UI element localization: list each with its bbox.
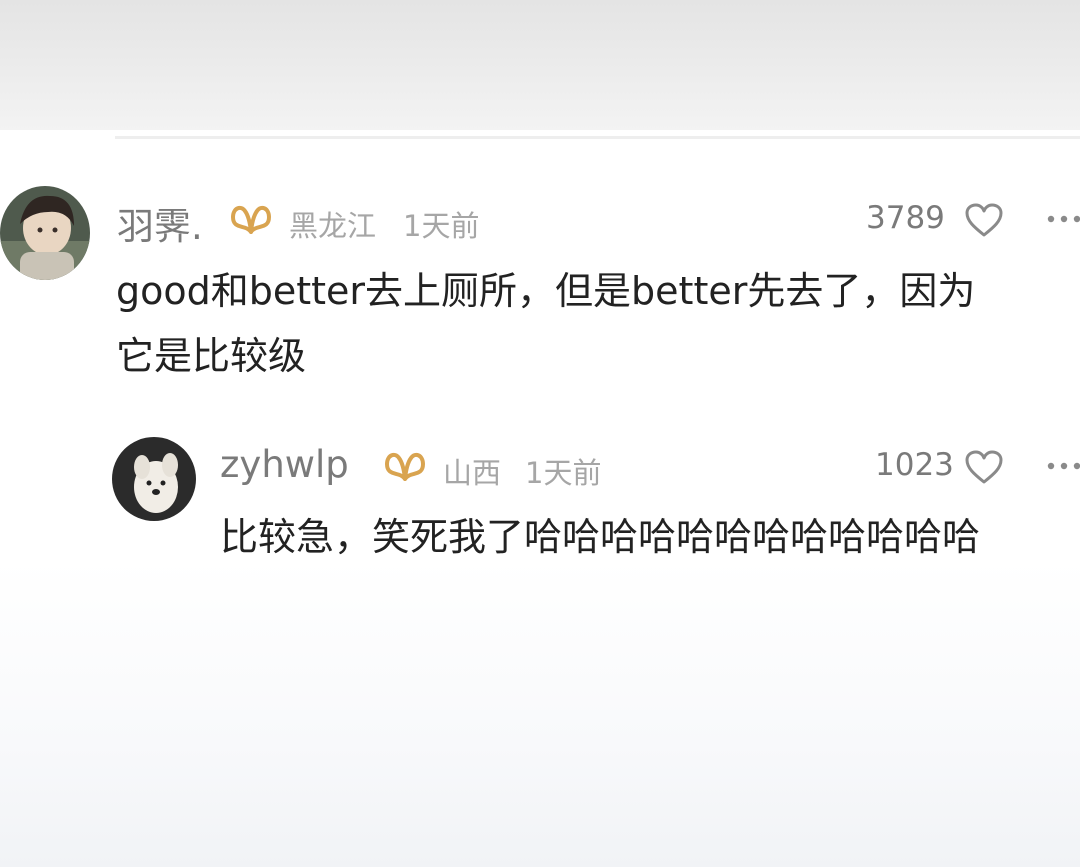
video-frame-top — [0, 0, 1080, 130]
timestamp: 1天前 — [525, 456, 602, 490]
heart-icon[interactable] — [964, 202, 1004, 238]
more-icon[interactable] — [1046, 461, 1080, 471]
vip-badge-icon — [385, 452, 425, 481]
avatar[interactable] — [0, 186, 90, 280]
comment-text-line: good和better去上厕所，但是better先去了，因为 — [116, 269, 976, 313]
reply-text: 比较急，笑死我了哈哈哈哈哈哈哈哈哈哈哈哈 — [220, 515, 981, 559]
like-count: 1023 — [875, 447, 954, 483]
timestamp: 1天前 — [403, 209, 480, 243]
comment-text-line: 它是比较级 — [116, 334, 307, 378]
avatar[interactable] — [112, 437, 196, 521]
divider-line — [115, 136, 1080, 139]
vip-badge-icon — [231, 205, 271, 234]
region-label: 山西 — [443, 456, 502, 490]
background-fade — [0, 560, 1080, 867]
like-count: 3789 — [866, 200, 945, 236]
username[interactable]: zyhwlp — [220, 443, 349, 486]
heart-icon[interactable] — [964, 449, 1004, 485]
more-icon[interactable] — [1046, 214, 1080, 224]
region-label: 黑龙江 — [289, 209, 377, 243]
username[interactable]: 羽霁. — [117, 196, 203, 250]
